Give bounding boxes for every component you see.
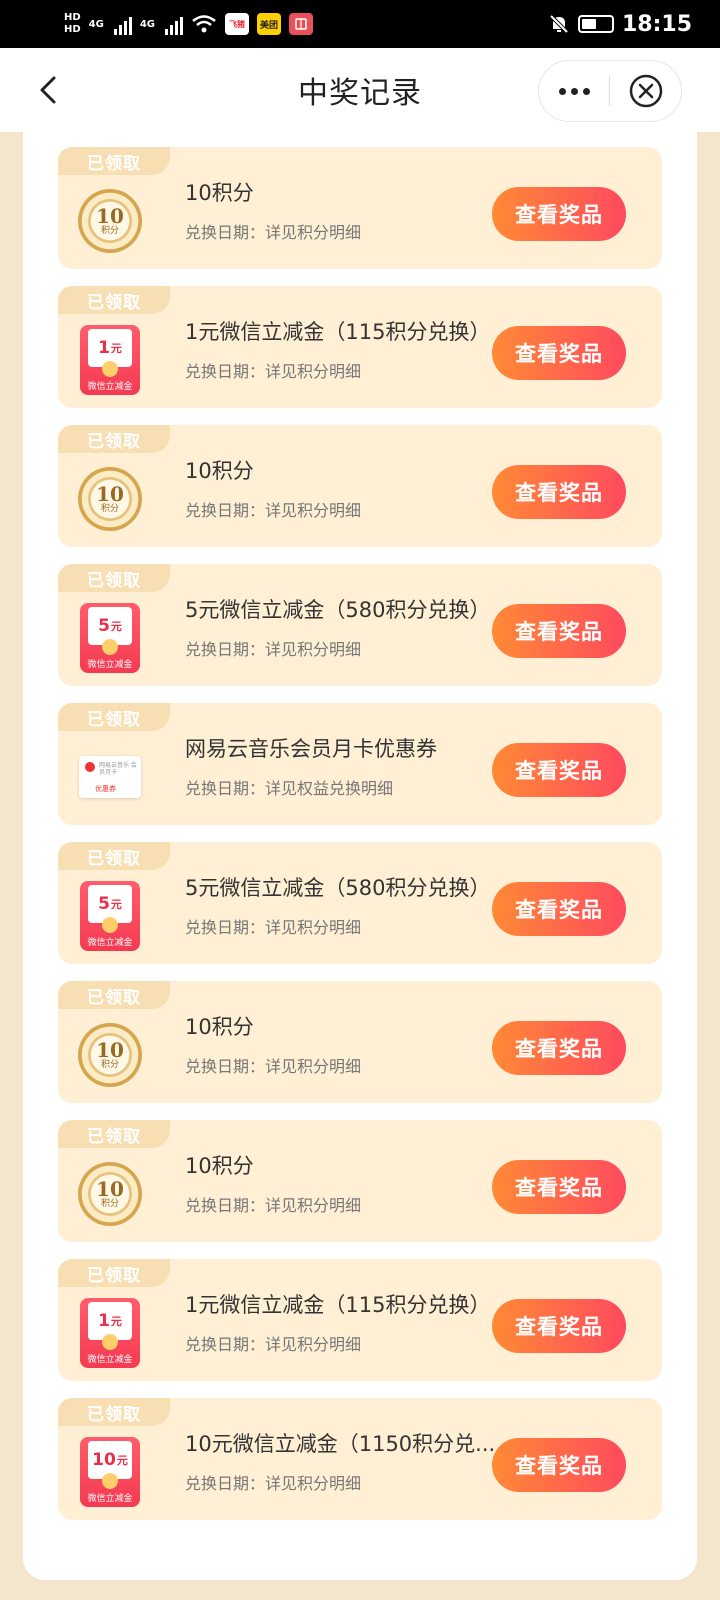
view-prize-button[interactable]: 查看奖品 <box>492 604 626 658</box>
claimed-tag: 已领取 <box>58 286 170 314</box>
view-prize-button[interactable]: 查看奖品 <box>492 465 626 519</box>
view-prize-button[interactable]: 查看奖品 <box>492 1160 626 1214</box>
clock: 18:15 <box>621 11 692 37</box>
record-title: 5元微信立减金（580积分兑换） <box>185 598 491 622</box>
signal-icon <box>113 13 132 35</box>
hd1-label: HD <box>64 12 81 23</box>
claimed-tag: 已领取 <box>58 981 170 1009</box>
record-title: 10积分 <box>185 1015 254 1039</box>
record-card: 已领取 10 积分 10积分 兑换日期：详见积分明细 查看奖品 <box>58 981 662 1103</box>
back-button[interactable] <box>28 68 68 112</box>
coupon-icon: 网易云音乐 会员月卡 优惠券 <box>76 741 144 813</box>
chevron-left-icon <box>40 76 56 104</box>
record-title: 10积分 <box>185 459 254 483</box>
record-title: 5元微信立减金（580积分兑换） <box>185 876 491 900</box>
record-title: 10积分 <box>185 1154 254 1178</box>
red-envelope-icon: 5 元微信立减金 <box>76 880 144 952</box>
nav-header: 中奖记录 <box>0 48 720 132</box>
network-label-1: 4G <box>88 18 104 30</box>
fliggy-app-icon: 飞猪 <box>225 13 250 35</box>
record-date: 兑换日期：详见积分明细 <box>185 362 362 381</box>
claimed-tag: 已领取 <box>58 147 170 175</box>
view-prize-button[interactable]: 查看奖品 <box>492 743 626 797</box>
record-date: 兑换日期：详见积分明细 <box>185 1057 362 1076</box>
view-prize-button[interactable]: 查看奖品 <box>492 326 626 380</box>
record-title: 1元微信立减金（115积分兑换） <box>185 320 491 344</box>
claimed-tag: 已领取 <box>58 703 170 731</box>
close-circle-icon <box>629 74 662 108</box>
red-envelope-icon: 1 元微信立减金 <box>76 324 144 396</box>
red-envelope-icon: 10 元微信立减金 <box>76 1436 144 1508</box>
status-right: 18:15 <box>548 12 692 37</box>
signal-icon-2 <box>165 13 184 35</box>
record-date: 兑换日期：详见积分明细 <box>185 918 362 937</box>
hd-indicator: HD HD <box>64 12 81 36</box>
view-prize-button[interactable]: 查看奖品 <box>492 1021 626 1075</box>
record-date: 兑换日期：详见积分明细 <box>185 223 362 242</box>
claimed-tag: 已领取 <box>58 1398 170 1426</box>
record-date: 兑换日期：详见积分明细 <box>185 501 362 520</box>
status-left: HD HD 4G 4G 飞猪 美团 <box>64 12 314 36</box>
record-card: 已领取 1 元微信立减金 1元微信立减金（115积分兑换） 兑换日期：详见积分明细… <box>58 286 662 408</box>
view-prize-button[interactable]: 查看奖品 <box>492 882 626 936</box>
view-prize-button[interactable]: 查看奖品 <box>492 1299 626 1353</box>
view-prize-button[interactable]: 查看奖品 <box>492 187 626 241</box>
record-date: 兑换日期：详见积分明细 <box>185 1474 362 1493</box>
record-card: 已领取 5 元微信立减金 5元微信立减金（580积分兑换） 兑换日期：详见积分明细… <box>58 842 662 964</box>
claimed-tag: 已领取 <box>58 564 170 592</box>
hd2-label: HD <box>64 24 81 35</box>
points-coin-icon: 10 积分 <box>76 1158 144 1230</box>
mini-program-capsule <box>538 60 682 122</box>
records-panel: 已领取 10 积分 10积分 兑换日期：详见积分明细 查看奖品 已领取 1 元微信立… <box>23 132 697 1580</box>
network-label-2: 4G <box>139 18 156 30</box>
claimed-tag: 已领取 <box>58 842 170 870</box>
record-title: 10积分 <box>185 181 254 205</box>
claimed-tag: 已领取 <box>58 1120 170 1148</box>
battery-icon <box>577 15 614 33</box>
wifi-icon <box>192 15 216 33</box>
record-card: 已领取 5 元微信立减金 5元微信立减金（580积分兑换） 兑换日期：详见积分明细… <box>58 564 662 686</box>
meituan-app-icon: 美团 <box>257 13 282 35</box>
page-title: 中奖记录 <box>298 76 422 111</box>
points-coin-icon: 10 积分 <box>76 1019 144 1091</box>
red-envelope-icon: 1 元微信立减金 <box>76 1297 144 1369</box>
record-card: 已领取 10 元微信立减金 10元微信立减金（1150积分兑... 兑换日期：详见… <box>58 1398 662 1520</box>
claimed-tag: 已领取 <box>58 1259 170 1287</box>
mute-bell-icon <box>549 14 569 34</box>
record-card: 已领取 10 积分 10积分 兑换日期：详见积分明细 查看奖品 <box>58 1120 662 1242</box>
record-title: 网易云音乐会员月卡优惠券 <box>185 737 437 761</box>
record-card: 已领取 1 元微信立减金 1元微信立减金（115积分兑换） 兑换日期：详见积分明细… <box>58 1259 662 1381</box>
record-card: 已领取 网易云音乐 会员月卡 优惠券 网易云音乐会员月卡优惠券 兑换日期：详见权益… <box>58 703 662 825</box>
record-date: 兑换日期：详见积分明细 <box>185 1196 362 1215</box>
status-bar: HD HD 4G 4G 飞猪 美团 18:15 <box>0 0 720 48</box>
red-envelope-icon: 5 元微信立减金 <box>76 602 144 674</box>
book-app-icon <box>289 13 314 35</box>
record-card: 已领取 10 积分 10积分 兑换日期：详见积分明细 查看奖品 <box>58 425 662 547</box>
record-date: 兑换日期：详见权益兑换明细 <box>185 779 394 798</box>
record-title: 10元微信立减金（1150积分兑... <box>185 1432 496 1456</box>
claimed-tag: 已领取 <box>58 425 170 453</box>
close-button[interactable] <box>610 60 681 122</box>
record-card: 已领取 10 积分 10积分 兑换日期：详见积分明细 查看奖品 <box>58 147 662 269</box>
record-date: 兑换日期：详见积分明细 <box>185 640 362 659</box>
points-coin-icon: 10 积分 <box>76 463 144 535</box>
record-title: 1元微信立减金（115积分兑换） <box>185 1293 491 1317</box>
points-coin-icon: 10 积分 <box>76 185 144 257</box>
view-prize-button[interactable]: 查看奖品 <box>492 1438 626 1492</box>
more-button[interactable] <box>539 60 609 122</box>
more-dot-icon <box>570 87 578 95</box>
more-dot-icon <box>558 87 566 95</box>
more-dot-icon <box>582 87 590 95</box>
record-date: 兑换日期：详见积分明细 <box>185 1335 362 1354</box>
